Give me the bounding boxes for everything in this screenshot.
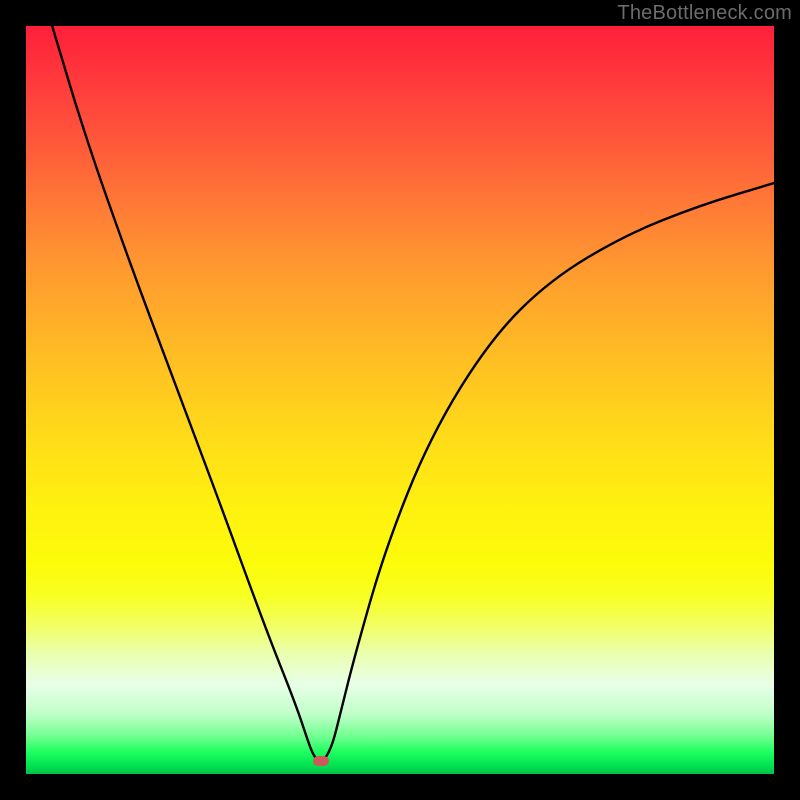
bottleneck-curve [26,26,774,774]
optimal-point-marker [313,756,329,766]
chart-plot-area [26,26,774,774]
watermark-text: TheBottleneck.com [617,2,792,25]
